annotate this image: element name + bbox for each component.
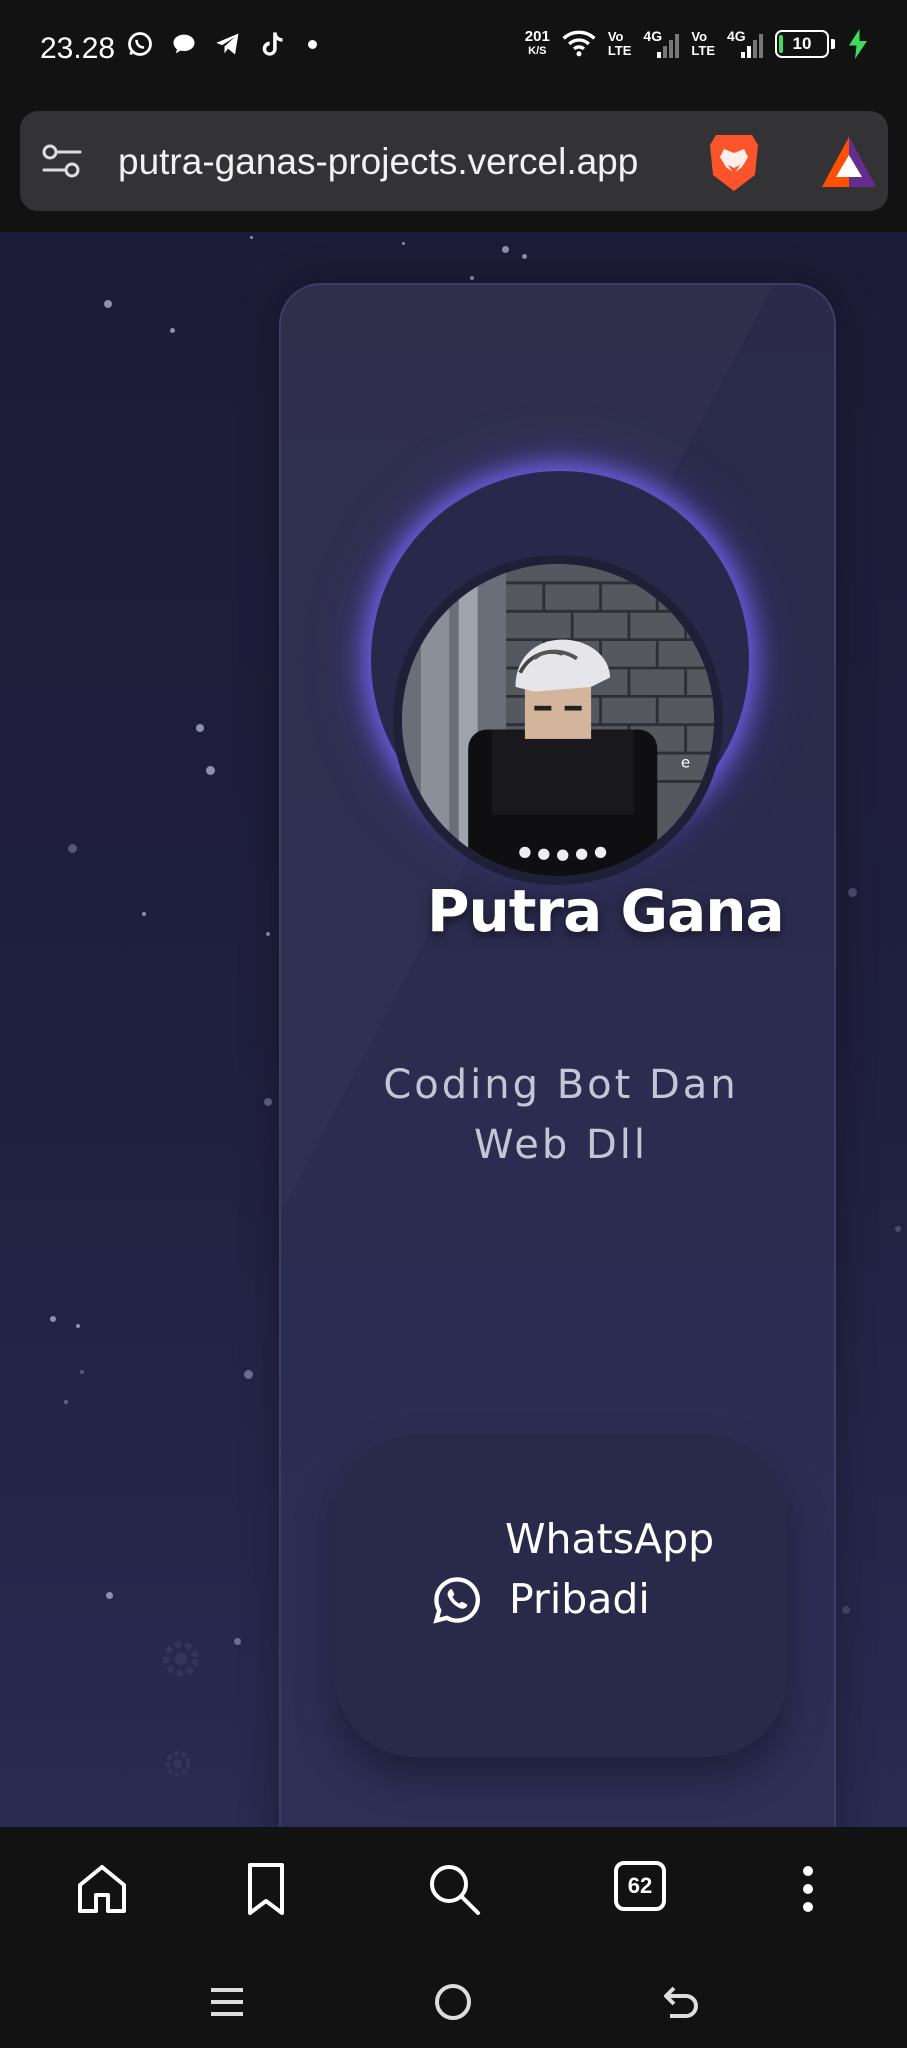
svg-text:e: e xyxy=(681,753,690,771)
whatsapp-label-line-1[interactable]: WhatsApp xyxy=(505,1515,714,1563)
star-dot xyxy=(68,844,77,853)
star-dot xyxy=(196,724,204,732)
browser-bottom-toolbar: 62 xyxy=(0,1827,907,1952)
brave-lion-icon[interactable] xyxy=(706,131,762,193)
sim2-label-top: Vo xyxy=(691,29,708,44)
charging-bolt-icon xyxy=(849,29,867,59)
home-circle-icon[interactable] xyxy=(431,1980,475,2024)
star-dot xyxy=(522,254,527,259)
notification-icons xyxy=(126,30,317,58)
star-dot xyxy=(104,300,112,308)
wifi-icon xyxy=(562,30,596,57)
star-dot xyxy=(170,328,175,333)
profile-name: Putra Gana xyxy=(427,877,785,945)
network-speed-value: 201 xyxy=(524,28,550,45)
avatar-image: e xyxy=(402,564,714,876)
status-time: 23.28 xyxy=(40,32,116,65)
star-dot xyxy=(76,1324,80,1328)
star-dot xyxy=(106,1592,113,1599)
bookmark-icon[interactable] xyxy=(236,1859,296,1919)
sim1-label-bottom: LTE xyxy=(607,43,632,58)
sim1-label-top: Vo xyxy=(607,29,624,44)
sim2-signal: 4G xyxy=(727,28,763,60)
whatsapp-pribadi-button[interactable]: WhatsApp Pribadi xyxy=(335,1435,787,1757)
sim2-label-bottom: LTE xyxy=(691,43,715,58)
address-bar[interactable]: putra-ganas-projects.vercel.app xyxy=(20,111,888,211)
star-dot xyxy=(502,246,509,253)
signal-bars-icon xyxy=(657,34,680,58)
star-dot xyxy=(50,1316,56,1322)
url-text[interactable]: putra-ganas-projects.vercel.app xyxy=(118,141,638,183)
home-icon[interactable] xyxy=(72,1859,132,1919)
system-nav-bar xyxy=(0,1952,907,2048)
whatsapp-icon xyxy=(433,1577,480,1624)
network-speed: 201 K/S xyxy=(525,29,550,59)
star-dot xyxy=(142,912,146,916)
sim1-signal: 4G xyxy=(643,28,680,60)
whatsapp-icon xyxy=(128,32,152,56)
star-dot xyxy=(206,766,215,775)
star-dot xyxy=(234,1638,241,1645)
search-icon[interactable] xyxy=(424,1859,484,1919)
whatsapp-label-line-2[interactable]: Pribadi xyxy=(505,1569,745,1629)
battery-level: 10 xyxy=(792,34,812,53)
whatsapp-button-label[interactable]: WhatsApp Pribadi xyxy=(505,1509,745,1629)
brave-rewards-icon[interactable] xyxy=(820,135,878,189)
system-indicators: 201 K/S Vo LTE 4G Vo LTE 4G 10 xyxy=(525,28,869,60)
battery-fill xyxy=(779,35,783,53)
decorative-gear-icon xyxy=(165,1751,191,1777)
tagline-line-2: Web Dll xyxy=(474,1122,648,1168)
battery-icon: 10 xyxy=(775,30,829,58)
sim2-volte-label: Vo LTE xyxy=(691,30,715,58)
tabs-icon[interactable]: 62 xyxy=(614,1861,666,1911)
star-dot xyxy=(80,1370,84,1374)
star-dot xyxy=(895,1226,901,1232)
status-bar: 23.28 201 K/S Vo LTE 4G Vo LTE 4G 10 xyxy=(0,0,907,100)
site-settings-icon[interactable] xyxy=(40,141,84,181)
star-dot xyxy=(250,236,253,239)
more-icon[interactable] xyxy=(778,1859,838,1919)
star-dot xyxy=(470,276,474,280)
sim1-volte-label: Vo LTE xyxy=(608,30,632,58)
network-speed-unit: K/S xyxy=(528,45,547,57)
star-dot xyxy=(842,1606,850,1614)
star-dot xyxy=(264,1098,272,1106)
star-dot xyxy=(402,242,405,245)
tiktok-icon xyxy=(262,32,283,56)
profile-card: e Putra Gana Coding Bot Dan Web Dll What… xyxy=(279,283,836,1827)
star-dot xyxy=(266,932,270,936)
signal-bars-icon xyxy=(741,34,763,58)
profile-avatar: e xyxy=(393,555,723,885)
telegram-icon xyxy=(216,33,239,55)
star-dot xyxy=(244,1370,253,1379)
notification-dot-icon xyxy=(308,39,317,49)
tagline-line-1: Coding Bot Dan xyxy=(383,1062,739,1108)
profile-tagline: Coding Bot Dan Web Dll xyxy=(321,1062,801,1175)
battery-tip xyxy=(831,39,835,49)
web-page: e Putra Gana Coding Bot Dan Web Dll What… xyxy=(0,232,907,1827)
recents-icon[interactable] xyxy=(205,1980,249,2024)
decorative-gear-icon xyxy=(163,1641,199,1677)
star-dot xyxy=(848,888,857,897)
back-icon[interactable] xyxy=(660,1980,704,2024)
chat-bubble-icon xyxy=(173,34,195,54)
star-dot xyxy=(64,1400,68,1404)
